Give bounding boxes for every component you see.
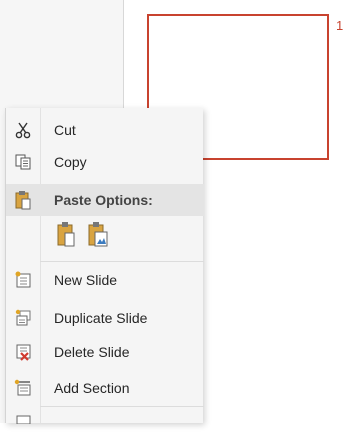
paste-as-picture-icon[interactable]	[86, 218, 110, 250]
menu-item-paste-options: Paste Options:	[6, 184, 204, 216]
menu-item-new-slide[interactable]: New Slide	[6, 264, 204, 296]
duplicate-slide-icon	[6, 302, 40, 334]
menu-item-duplicate-slide[interactable]: Duplicate Slide	[6, 302, 204, 334]
new-slide-icon	[6, 264, 40, 296]
paste-icon	[6, 184, 40, 216]
menu-item-partial[interactable]	[6, 412, 204, 424]
copy-icon	[6, 146, 40, 178]
delete-slide-icon	[6, 336, 40, 368]
menu-item-delete-slide[interactable]: Delete Slide	[6, 336, 204, 368]
menu-item-label: New Slide	[54, 272, 118, 288]
partial-item-icon	[6, 402, 40, 434]
menu-item-label: Copy	[54, 154, 87, 170]
menu-item-label: Cut	[54, 122, 76, 138]
scissors-icon	[6, 114, 40, 146]
paste-keep-formatting-icon[interactable]	[54, 218, 78, 250]
slide-number: 1	[336, 18, 344, 33]
menu-item-label: Delete Slide	[54, 344, 130, 360]
paste-options-row	[54, 218, 110, 254]
add-section-icon	[6, 372, 40, 404]
menu-separator	[40, 261, 204, 262]
menu-item-copy[interactable]: Copy	[6, 146, 204, 178]
menu-item-label: Paste Options:	[54, 192, 153, 208]
menu-separator	[40, 406, 204, 407]
context-menu: Cut Copy Paste Options: New Slide Duplic…	[5, 108, 204, 424]
menu-item-cut[interactable]: Cut	[6, 114, 204, 146]
menu-item-add-section[interactable]: Add Section	[6, 372, 204, 404]
menu-item-label: Add Section	[54, 380, 130, 396]
menu-item-label: Duplicate Slide	[54, 310, 148, 326]
